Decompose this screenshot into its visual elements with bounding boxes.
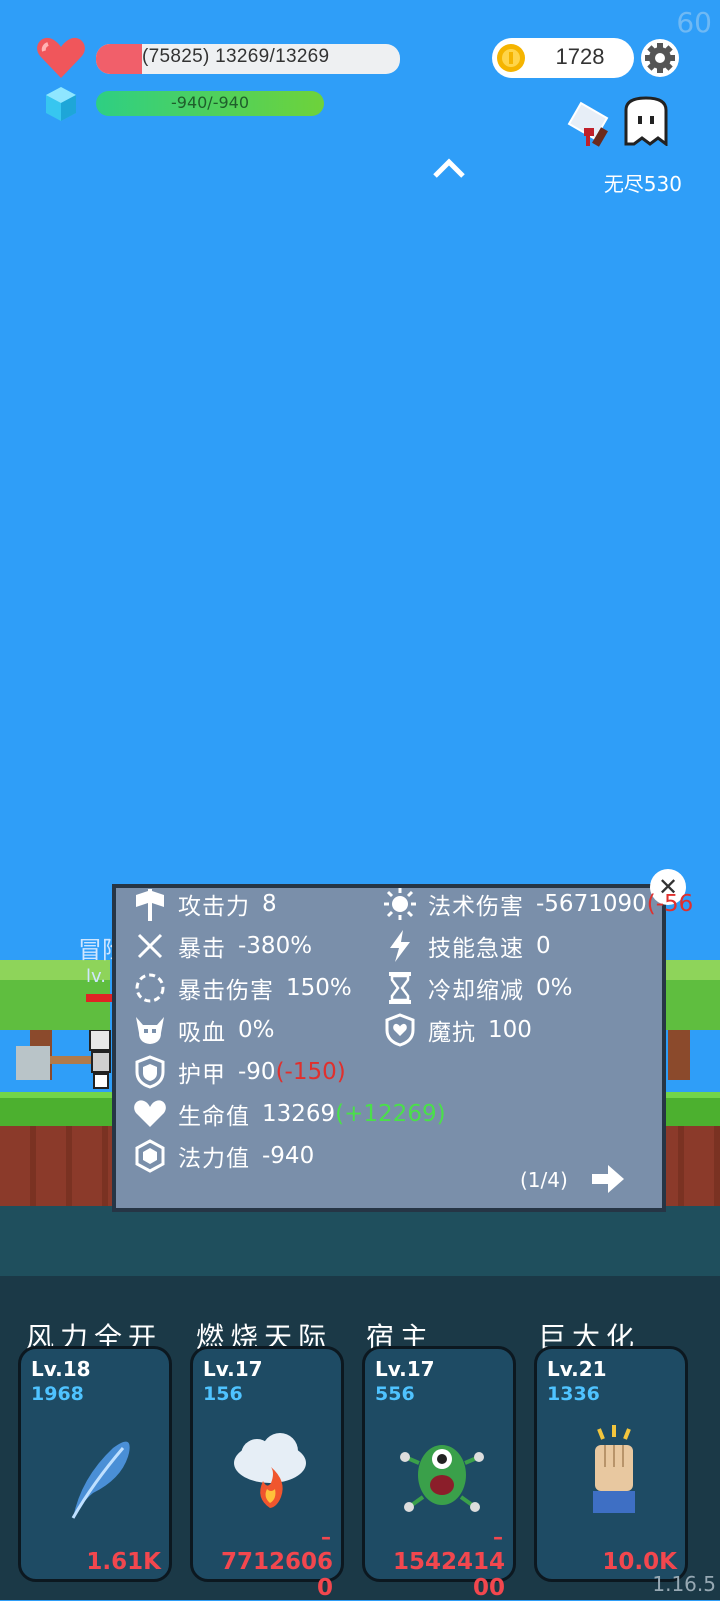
skill-damage-overflow: 00	[472, 1575, 505, 1601]
skill-level: Lv.18	[31, 1357, 91, 1381]
fire-cloud-icon	[225, 1423, 315, 1523]
lightning-icon	[382, 928, 418, 964]
version-label: 1.16.5	[652, 1572, 716, 1596]
stat-cooldown-reduction: 冷却缩减 0%	[382, 968, 573, 1008]
endless-mode-label: 无尽530	[603, 172, 682, 196]
bloody-cleaver-icon[interactable]	[566, 98, 618, 152]
skill-cost: 1336	[547, 1383, 600, 1405]
shield-icon	[132, 1054, 168, 1090]
skill-card-2[interactable]: Lv.17 156 – 7712606 0	[190, 1346, 344, 1601]
axe-icon	[132, 886, 168, 922]
skill-cost: 556	[375, 1383, 415, 1405]
fist-icon	[569, 1423, 659, 1523]
page-indicator: (1/4)	[520, 1168, 568, 1192]
stat-crit-damage: 暴击伤害 150%	[132, 968, 352, 1008]
crossed-swords-icon	[132, 928, 168, 964]
skill-damage-sign: –	[493, 1525, 503, 1549]
parasite-monster-icon	[397, 1423, 487, 1523]
skill-card-1[interactable]: Lv.18 1968 1.61K	[18, 1346, 172, 1582]
skill-damage-sign: –	[321, 1525, 331, 1549]
hourglass-icon	[382, 970, 418, 1006]
health-bar-fill	[96, 44, 142, 74]
arrow-right-icon[interactable]	[590, 1162, 626, 1196]
skill-level: Lv.17	[375, 1357, 435, 1381]
stat-spell-damage: 法术伤害 -5671090 (-56	[382, 884, 693, 924]
coin-icon	[496, 43, 526, 73]
mana-crystal-icon	[44, 86, 78, 122]
stat-attack: 攻击力 8	[132, 884, 277, 924]
water-strip	[0, 1206, 720, 1276]
skill-level: Lv.21	[547, 1357, 607, 1381]
skill-damage: 1.61K	[86, 1549, 161, 1575]
fps-counter: 60	[676, 6, 712, 39]
skill-card-4[interactable]: Lv.21 1336 10.0K	[534, 1346, 688, 1582]
sun-icon	[382, 886, 418, 922]
skill-cost: 1968	[31, 1383, 84, 1405]
feather-icon	[53, 1423, 143, 1523]
heart-icon	[36, 36, 86, 80]
skill-damage: 7712606	[220, 1549, 333, 1575]
npc-level: lv.	[86, 966, 106, 987]
coin-amount: 1728	[555, 44, 605, 69]
skill-damage-overflow: 0	[316, 1575, 333, 1601]
crit-target-icon	[132, 970, 168, 1006]
skill-damage: 1542414	[392, 1549, 505, 1575]
magic-shield-icon	[382, 1012, 418, 1048]
skill-cost: 156	[203, 1383, 243, 1405]
stat-mana: 法力值 -940	[132, 1136, 314, 1176]
stat-armor: 护甲 -90 (-150)	[132, 1052, 346, 1092]
knight-character[interactable]	[88, 1029, 112, 1090]
chevron-up-icon[interactable]	[432, 156, 466, 180]
stat-magic-resist: 魔抗 100	[382, 1010, 532, 1050]
heart-icon	[132, 1096, 168, 1132]
health-text: (75825) 13269/13269	[142, 46, 330, 67]
skill-level: Lv.17	[203, 1357, 263, 1381]
stat-lifesteal: 吸血 0%	[132, 1010, 275, 1050]
stat-health: 生命值 13269 (+12269)	[132, 1094, 446, 1134]
stat-crit: 暴击 -380%	[132, 926, 312, 966]
mana-text: -940/-940	[170, 93, 249, 112]
skill-card-3[interactable]: Lv.17 556 – 1542414 00	[362, 1346, 516, 1601]
ghost-icon[interactable]	[622, 96, 670, 147]
settings-gear-icon[interactable]	[640, 38, 680, 78]
vampire-skull-icon	[132, 1012, 168, 1048]
gem-icon	[132, 1138, 168, 1174]
stat-skill-haste: 技能急速 0	[382, 926, 551, 966]
